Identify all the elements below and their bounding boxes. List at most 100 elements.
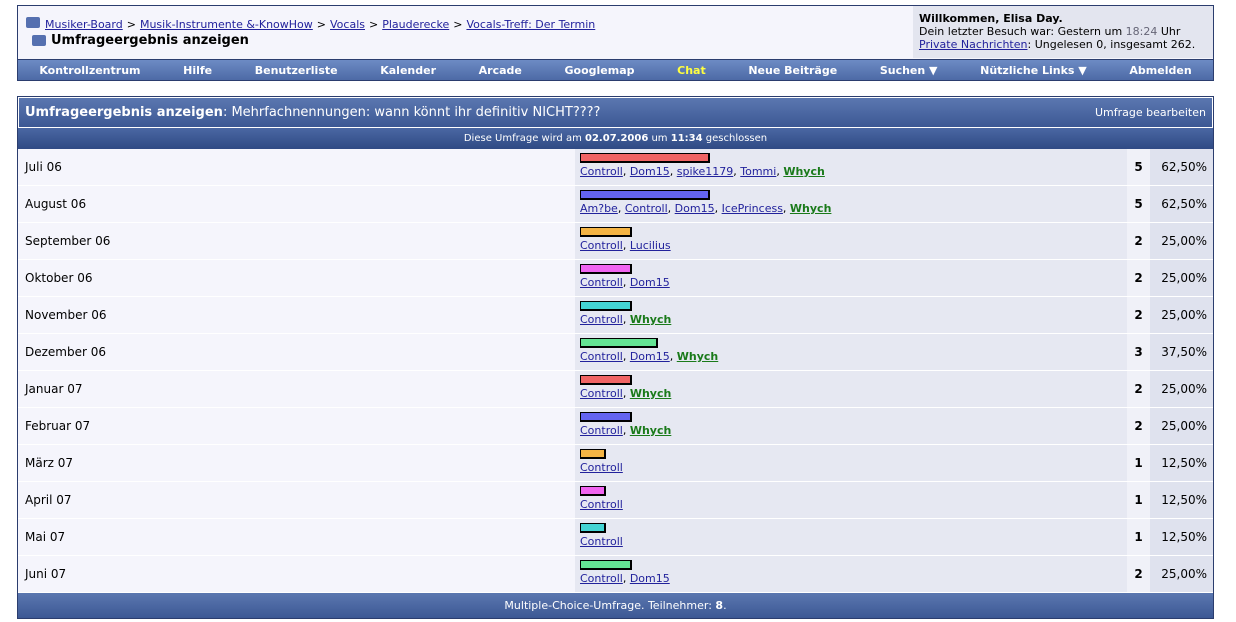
voter-link[interactable]: Controll [580,313,623,326]
vote-bar [580,523,606,533]
poll-options: Juli 06 Controll, Dom15, spike1179, Tommi… [18,149,1213,593]
vote-bar [580,449,606,459]
breadcrumb-separator: > [369,18,379,31]
closed-time: 11:34 [670,133,703,144]
option-label: Juli 06 [18,149,575,185]
nav-item[interactable]: Kontrollzentrum [39,64,140,77]
option-result: Controll, Whych [575,297,1127,333]
breadcrumb-link[interactable]: Vocals [330,18,365,31]
voter-link[interactable]: Whych [783,165,825,178]
page-title-wrap: Umfrageergebnis anzeigen [32,33,249,48]
vote-count: 2 [1127,371,1150,407]
voter-link[interactable]: Whych [790,202,832,215]
nav-item[interactable]: Suchen ▼ [880,64,938,77]
closed-mid: um [651,133,668,144]
voter-link[interactable]: Controll [580,498,623,511]
vote-count: 2 [1127,556,1150,592]
vote-percent: 12,50% [1150,482,1213,518]
breadcrumb: Musiker-Board > Musik-Instrumente &-KnowHo… [26,17,595,31]
breadcrumb-link[interactable]: Musik-Instrumente &-KnowHow [140,18,313,31]
voter-link[interactable]: Am?be [580,202,618,215]
option-label: März 07 [18,445,575,481]
voter-link[interactable]: Controll [625,202,668,215]
header: Musiker-Board > Musik-Instrumente &-KnowHo… [17,5,1214,60]
poll-option-row: Juni 07 Controll, Dom15 2 25,00% [18,556,1213,593]
option-label: Februar 07 [18,408,575,444]
voter-link[interactable]: Controll [580,387,623,400]
voter-link[interactable]: Dom15 [630,165,670,178]
voter-link[interactable]: Whych [630,313,672,326]
voter-link[interactable]: Controll [580,535,623,548]
nav-item[interactable]: Arcade [479,64,522,77]
vote-percent: 62,50% [1150,149,1213,185]
voter-list: Controll [580,535,1122,548]
breadcrumb-link[interactable]: Plauderecke [382,18,449,31]
option-result: Controll, Lucilius [575,223,1127,259]
vote-count: 5 [1127,186,1150,222]
voter-link[interactable]: Controll [580,424,623,437]
poll-title-bold: Umfrageergebnis anzeigen [25,105,223,120]
pm-status: : Ungelesen 0, insgesamt 262. [1027,38,1196,51]
voter-link[interactable]: spike1179 [677,165,734,178]
voter-link[interactable]: Whych [630,424,672,437]
poll-option-row: September 06 Controll, Lucilius 2 25,00% [18,223,1213,260]
vote-bar [580,190,710,200]
voter-link[interactable]: Whych [677,350,719,363]
vote-count: 2 [1127,408,1150,444]
voter-link[interactable]: Whych [630,387,672,400]
closed-suffix: geschlossen [705,133,768,144]
voter-link[interactable]: Lucilius [630,239,671,252]
nav-item[interactable]: Nützliche Links ▼ [980,64,1087,77]
breadcrumb-separator: > [316,18,327,31]
last-visit-suffix: Uhr [1160,25,1181,38]
voter-link[interactable]: Tommi [740,165,776,178]
voter-link[interactable]: Controll [580,572,623,585]
vote-percent: 25,00% [1150,260,1213,296]
nav-bar: Kontrollzentrum Hilfe Benutzerliste Kalende… [17,59,1214,81]
voter-link[interactable]: IcePrincess [722,202,783,215]
nav-item[interactable]: Chat [677,64,706,77]
nav-item[interactable]: Hilfe [183,64,212,77]
voter-link[interactable]: Controll [580,165,623,178]
nav-item[interactable]: Abmelden [1129,64,1191,77]
voter-list: Controll [580,461,1122,474]
voter-list: Controll, Dom15 [580,276,670,289]
poll-option-row: März 07 Controll 1 12,50% [18,445,1213,482]
voter-list: Controll, Dom15, spike1179, Tommi, Whych [580,165,825,178]
nav-item[interactable]: Benutzerliste [255,64,338,77]
option-result: Controll [575,482,1127,518]
last-visit-prefix: Dein letzter Besuch war: Gestern um [919,25,1123,38]
option-result: Controll, Dom15, spike1179, Tommi, Whych [575,149,1127,185]
option-label: September 06 [18,223,575,259]
option-label: Januar 07 [18,371,575,407]
vote-bar [580,338,658,348]
option-label: November 06 [18,297,575,333]
nav-item[interactable]: Kalender [380,64,436,77]
voter-link[interactable]: Dom15 [630,572,670,585]
breadcrumb-link[interactable]: Vocals-Treff: Der Termin [466,18,595,31]
vote-percent: 25,00% [1150,556,1213,592]
poll-header: Umfrageergebnis anzeigen: Mehrfachnennun… [18,97,1213,128]
voter-link[interactable]: Dom15 [630,276,670,289]
voter-list: Controll, Lucilius [580,239,671,252]
vote-bar [580,264,632,274]
voter-list: Controll [580,498,1122,511]
private-messages-link[interactable]: Private Nachrichten [919,38,1028,51]
breadcrumb-link[interactable]: Musiker-Board [45,18,123,31]
vote-count: 3 [1127,334,1150,370]
nav-item[interactable]: Googlemap [564,64,634,77]
voter-link[interactable]: Dom15 [675,202,715,215]
voter-link[interactable]: Controll [580,461,623,474]
voter-link[interactable]: Controll [580,276,623,289]
nav-item[interactable]: Neue Beiträge [748,64,837,77]
option-result: Controll, Dom15 [575,556,1127,592]
closed-date: 02.07.2006 [585,133,649,144]
breadcrumb-separator: > [453,18,463,31]
edit-poll-link[interactable]: Umfrage bearbeiten [1095,106,1206,119]
voter-link[interactable]: Controll [580,350,623,363]
vote-bar [580,153,710,163]
vote-percent: 25,00% [1150,223,1213,259]
poll-option-row: November 06 Controll, Whych 2 25,00% [18,297,1213,334]
voter-link[interactable]: Dom15 [630,350,670,363]
voter-link[interactable]: Controll [580,239,623,252]
